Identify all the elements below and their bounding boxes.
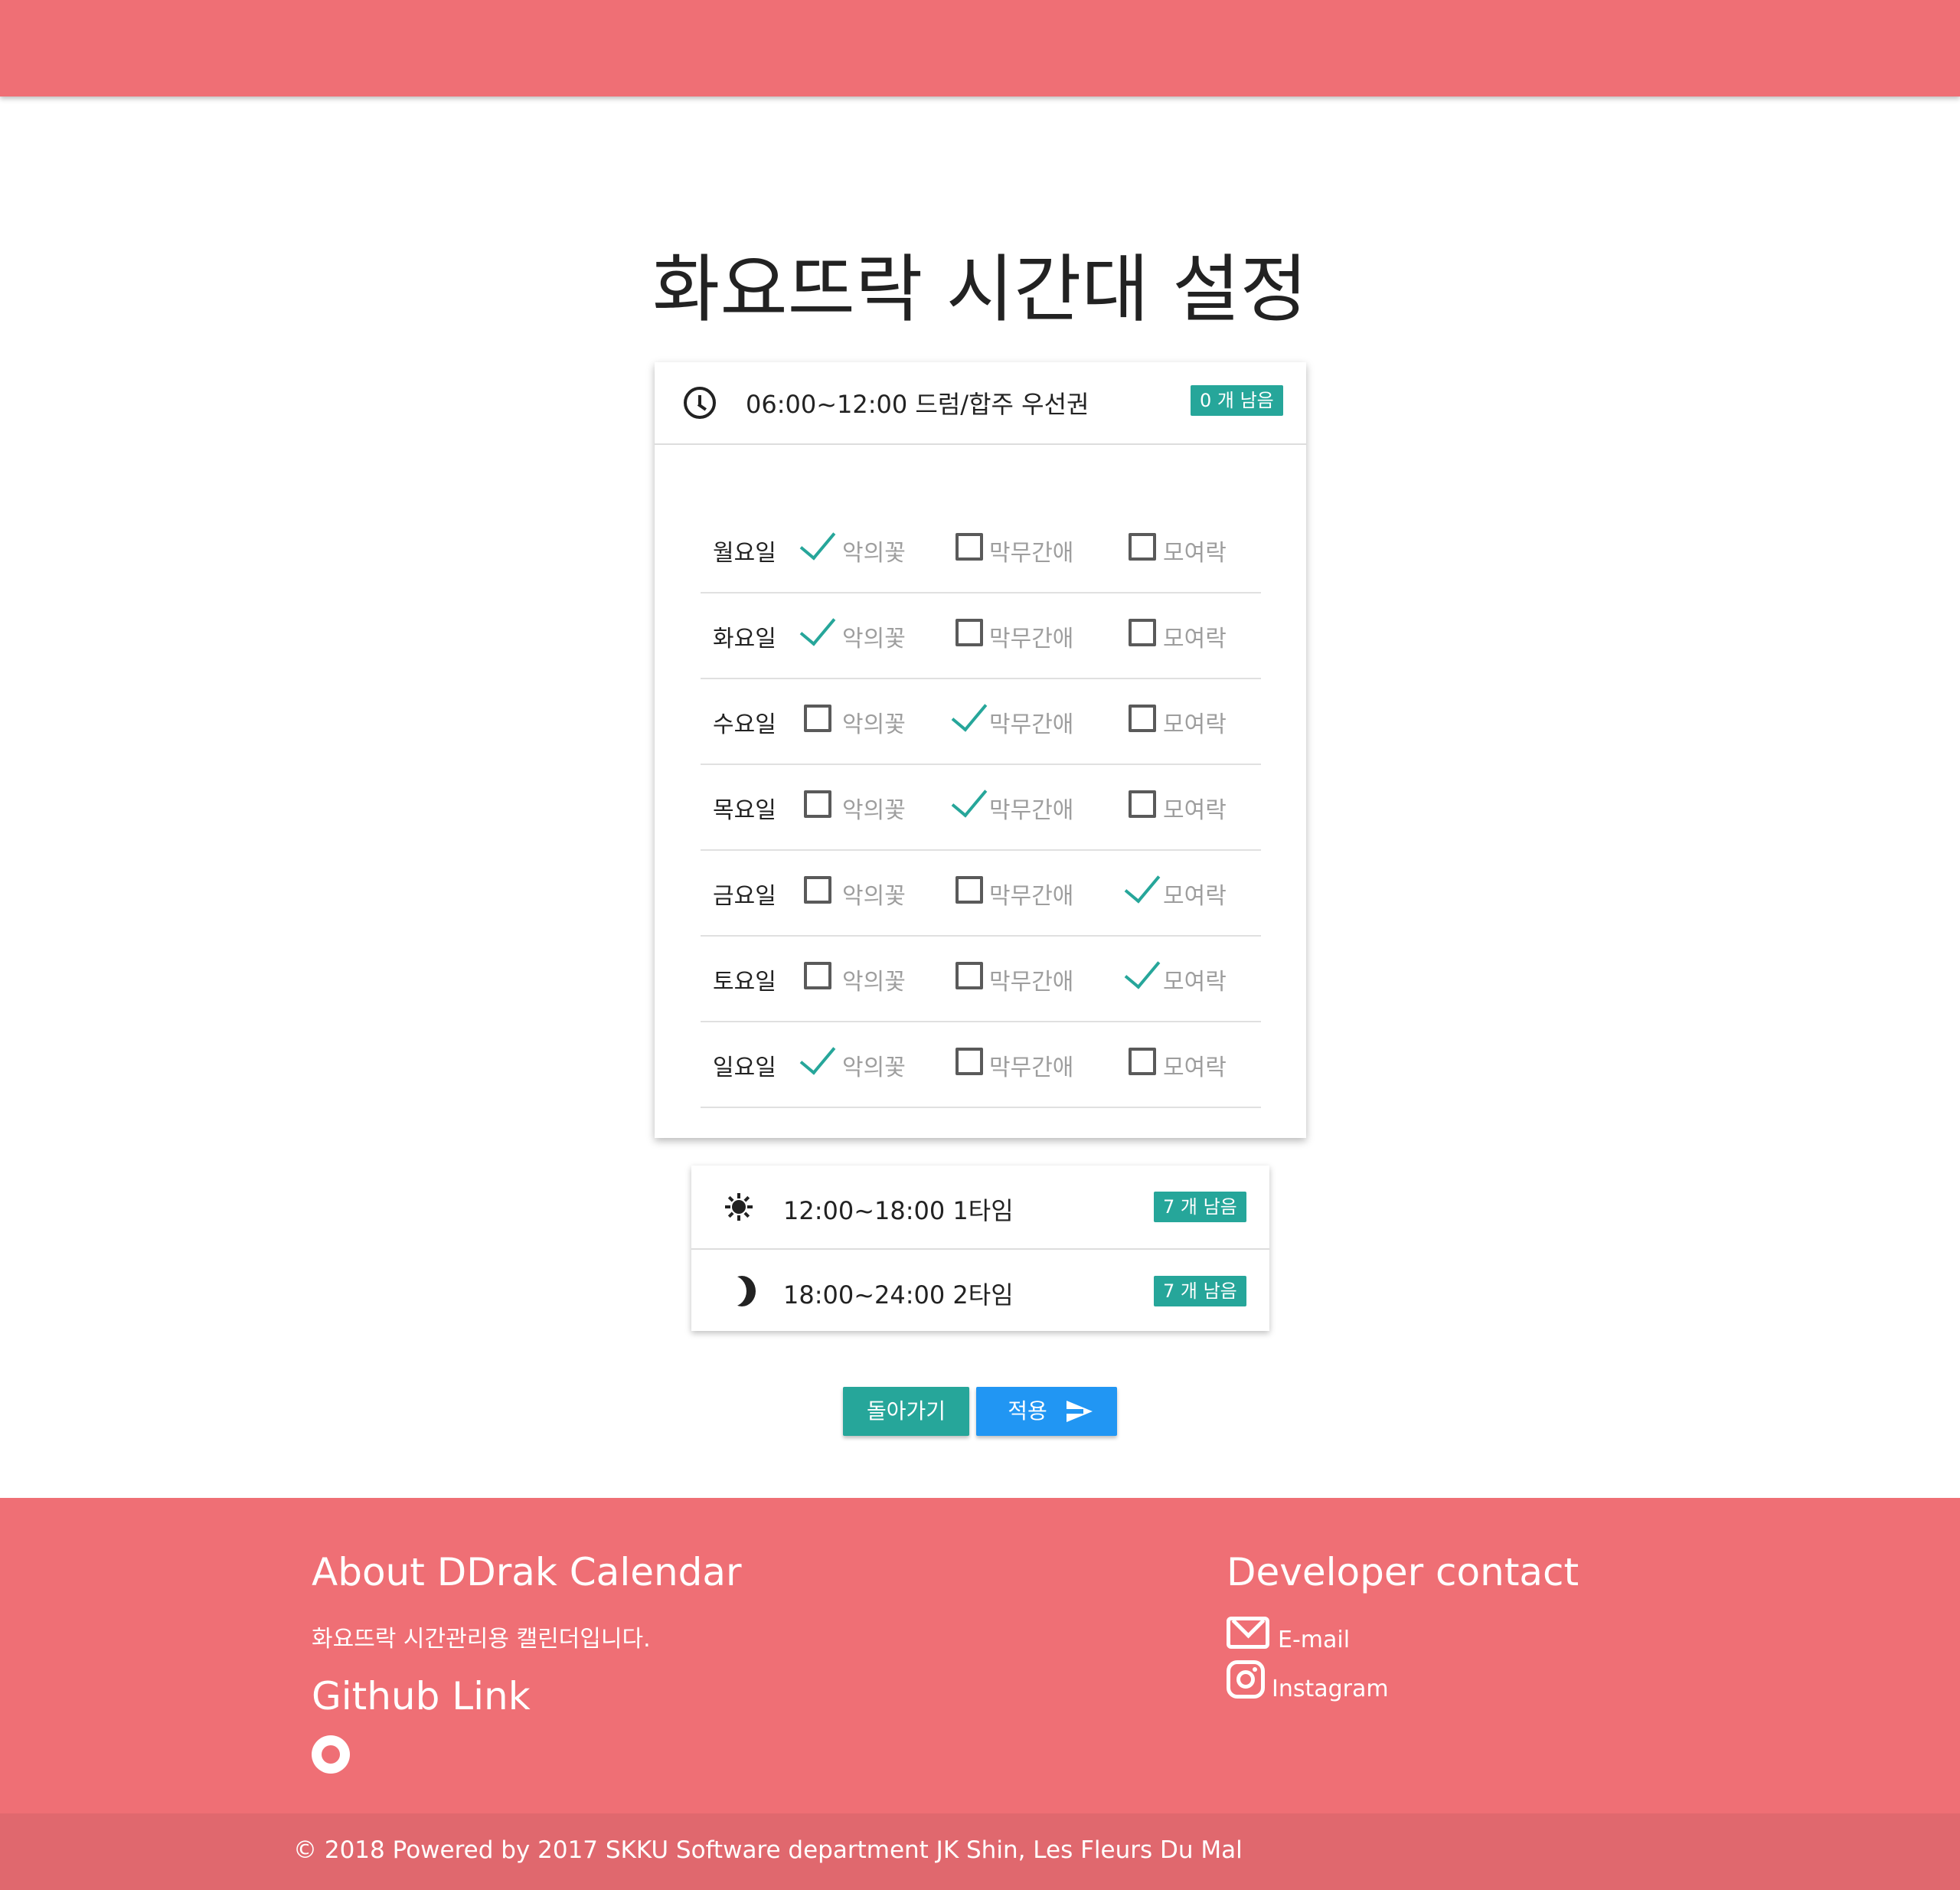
checkbox-unchecked[interactable] bbox=[804, 705, 831, 732]
day-label: 금요일 bbox=[713, 883, 776, 910]
mail-icon[interactable] bbox=[1227, 1617, 1269, 1649]
option-label[interactable]: 악의꽃 bbox=[842, 791, 906, 825]
contact-title: Developer contact bbox=[1227, 1550, 1579, 1594]
morning-slot-card: 06:00~12:00 드럼/합주 우선권 0 개 남음 월요일 악의꽃 막무간애 모… bbox=[655, 362, 1306, 1138]
footer: About DDrak Calendar 화요뜨락 시간관리용 캘린더입니다. … bbox=[0, 1498, 1960, 1813]
morning-slot-label: 06:00~12:00 드럼/합주 우선권 bbox=[746, 390, 1089, 419]
checkbox-checked[interactable] bbox=[1124, 951, 1161, 989]
day-row: 월요일 악의꽃 막무간애 모여락 bbox=[701, 508, 1261, 593]
day-label: 토요일 bbox=[713, 969, 776, 996]
checkbox-unchecked[interactable] bbox=[804, 790, 831, 818]
option-label[interactable]: 모여락 bbox=[1163, 705, 1227, 739]
evening-remaining-badge: 7 개 남음 bbox=[1154, 1276, 1246, 1306]
top-navbar bbox=[0, 0, 1960, 96]
morning-remaining-badge: 0 개 남음 bbox=[1191, 385, 1283, 416]
clock-icon bbox=[684, 387, 716, 419]
option-label[interactable]: 악의꽃 bbox=[842, 877, 906, 911]
checkbox-unchecked[interactable] bbox=[956, 876, 983, 904]
checkbox-unchecked[interactable] bbox=[1129, 790, 1156, 818]
page-title: 화요뜨락 시간대 설정 bbox=[652, 247, 1308, 332]
checkbox-unchecked[interactable] bbox=[956, 962, 983, 989]
send-icon bbox=[1067, 1401, 1093, 1422]
checkbox-checked[interactable] bbox=[1124, 865, 1161, 904]
option-label[interactable]: 막무간애 bbox=[989, 791, 1073, 825]
checkbox-unchecked[interactable] bbox=[1129, 705, 1156, 732]
option-label[interactable]: 모여락 bbox=[1163, 877, 1227, 911]
option-label[interactable]: 모여락 bbox=[1163, 963, 1227, 996]
about-text: 화요뜨락 시간관리용 캘린더입니다. bbox=[312, 1626, 651, 1653]
checkbox-unchecked[interactable] bbox=[1129, 1048, 1156, 1075]
option-label[interactable]: 막무간애 bbox=[989, 705, 1073, 739]
checkbox-unchecked[interactable] bbox=[956, 619, 983, 646]
option-label[interactable]: 막무간애 bbox=[989, 1048, 1073, 1082]
day-row: 목요일 악의꽃 막무간애 모여락 bbox=[701, 765, 1261, 851]
checkbox-unchecked[interactable] bbox=[1129, 533, 1156, 561]
option-label[interactable]: 악의꽃 bbox=[842, 534, 906, 567]
copyright-bar: © 2018 Powered by 2017 SKKU Software dep… bbox=[0, 1813, 1960, 1890]
collapsed-slot-list: 12:00~18:00 1타임 7 개 남음 18:00~24:00 2타임 7… bbox=[691, 1166, 1269, 1331]
day-row: 화요일 악의꽃 막무간애 모여락 bbox=[701, 593, 1261, 679]
day-row: 일요일 악의꽃 막무간애 모여락 bbox=[701, 1022, 1261, 1108]
sun-icon bbox=[725, 1193, 753, 1221]
day-row: 수요일 악의꽃 막무간애 모여락 bbox=[701, 679, 1261, 765]
checkbox-unchecked[interactable] bbox=[804, 962, 831, 989]
checkbox-checked[interactable] bbox=[799, 1037, 836, 1075]
option-label[interactable]: 모여락 bbox=[1163, 534, 1227, 567]
day-label: 화요일 bbox=[713, 626, 776, 652]
apply-button[interactable]: 적용 bbox=[976, 1387, 1117, 1436]
github-icon[interactable] bbox=[312, 1735, 350, 1774]
afternoon-remaining-badge: 7 개 남음 bbox=[1154, 1192, 1246, 1222]
checkbox-unchecked[interactable] bbox=[956, 1048, 983, 1075]
option-label[interactable]: 악의꽃 bbox=[842, 963, 906, 996]
option-label[interactable]: 모여락 bbox=[1163, 1048, 1227, 1082]
checkbox-unchecked[interactable] bbox=[804, 876, 831, 904]
morning-slot-header[interactable]: 06:00~12:00 드럼/합주 우선권 0 개 남음 bbox=[655, 362, 1306, 445]
day-label: 월요일 bbox=[713, 540, 776, 567]
instagram-icon[interactable] bbox=[1227, 1660, 1265, 1699]
checkbox-unchecked[interactable] bbox=[1129, 619, 1156, 646]
copyright-text: © 2018 Powered by 2017 SKKU Software dep… bbox=[293, 1836, 1243, 1864]
option-label[interactable]: 악의꽃 bbox=[842, 705, 906, 739]
apply-button-label: 적용 bbox=[1008, 1398, 1047, 1424]
option-label[interactable]: 모여락 bbox=[1163, 620, 1227, 653]
option-label[interactable]: 막무간애 bbox=[989, 877, 1073, 911]
option-label[interactable]: 모여락 bbox=[1163, 791, 1227, 825]
option-label[interactable]: 막무간애 bbox=[989, 620, 1073, 653]
option-label[interactable]: 악의꽃 bbox=[842, 620, 906, 653]
back-button[interactable]: 돌아가기 bbox=[843, 1387, 969, 1436]
day-row: 금요일 악의꽃 막무간애 모여락 bbox=[701, 851, 1261, 937]
instagram-link[interactable]: Instagram bbox=[1272, 1676, 1389, 1702]
github-title: Github Link bbox=[312, 1674, 531, 1718]
email-link[interactable]: E-mail bbox=[1278, 1627, 1350, 1653]
evening-slot-label: 18:00~24:00 2타임 bbox=[783, 1280, 1014, 1310]
checkbox-unchecked[interactable] bbox=[956, 533, 983, 561]
afternoon-slot-label: 12:00~18:00 1타임 bbox=[783, 1196, 1014, 1225]
day-row: 토요일 악의꽃 막무간애 모여락 bbox=[701, 937, 1261, 1022]
day-option-list: 월요일 악의꽃 막무간애 모여락 화요일 악의꽃 막무간애 모여락 수요일 악의꽃 막무간애 모여락 목… bbox=[701, 508, 1261, 1108]
day-label: 목요일 bbox=[713, 797, 776, 824]
day-label: 일요일 bbox=[713, 1055, 776, 1081]
option-label[interactable]: 악의꽃 bbox=[842, 1048, 906, 1082]
checkbox-checked[interactable] bbox=[951, 780, 988, 818]
option-label[interactable]: 막무간애 bbox=[989, 534, 1073, 567]
checkbox-checked[interactable] bbox=[951, 694, 988, 732]
about-title: About DDrak Calendar bbox=[312, 1550, 742, 1594]
moon-icon bbox=[725, 1276, 756, 1306]
option-label[interactable]: 막무간애 bbox=[989, 963, 1073, 996]
checkbox-checked[interactable] bbox=[799, 608, 836, 646]
evening-slot-header[interactable]: 18:00~24:00 2타임 7 개 남음 bbox=[691, 1248, 1269, 1332]
checkbox-checked[interactable] bbox=[799, 522, 836, 561]
afternoon-slot-header[interactable]: 12:00~18:00 1타임 7 개 남음 bbox=[691, 1166, 1269, 1248]
day-label: 수요일 bbox=[713, 711, 776, 738]
